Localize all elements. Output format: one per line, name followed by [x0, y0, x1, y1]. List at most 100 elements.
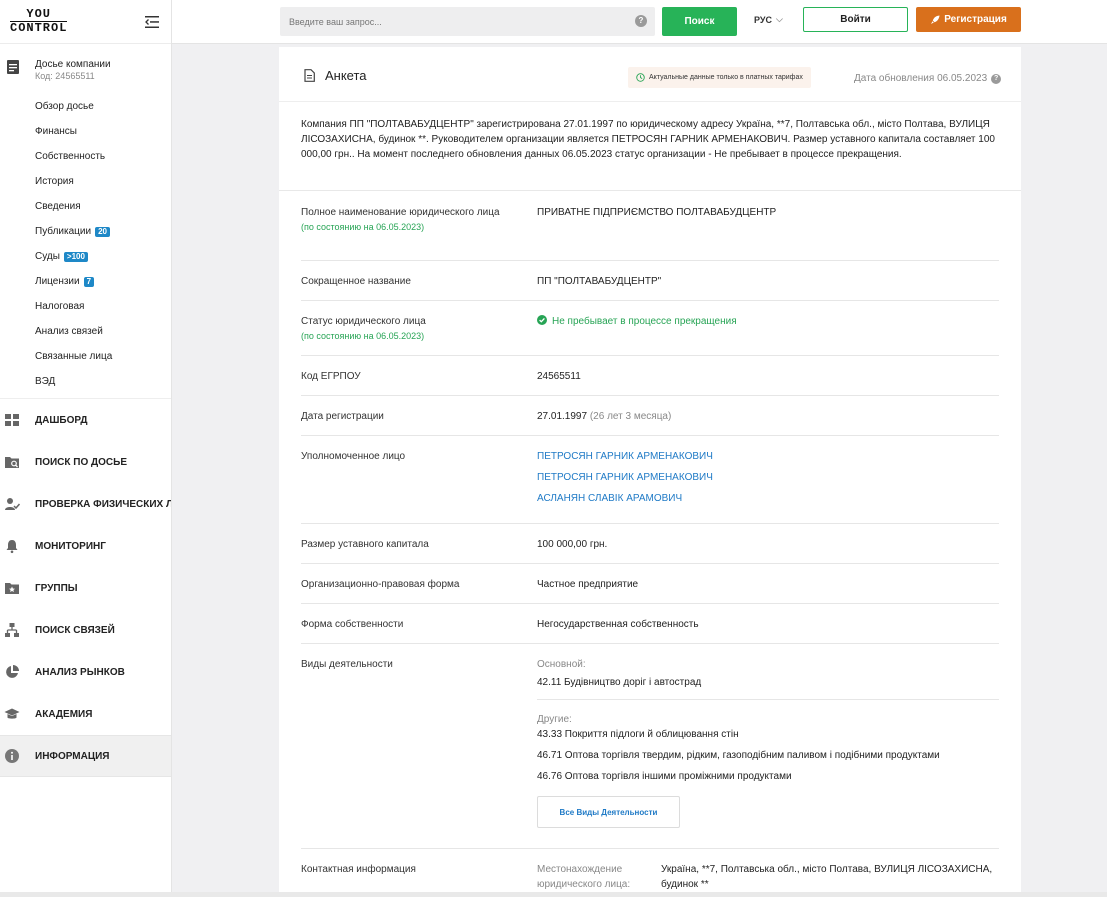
- menu-item-market-analysis[interactable]: АНАЛИЗ РЫНКОВ: [0, 651, 171, 693]
- full-name-value: ПРИВАТНЕ ПІДПРИЄМСТВО ПОЛТАВАБУДЦЕНТР: [537, 207, 777, 218]
- dossier-title: Досье компании: [35, 59, 111, 70]
- sub-item-licenses[interactable]: Лицензии 7: [35, 269, 171, 294]
- search-help-icon[interactable]: ?: [635, 15, 647, 27]
- logo-line-2: CONTROL: [10, 21, 68, 35]
- sub-item-courts[interactable]: Суды >100: [35, 244, 171, 269]
- sub-item-related-persons[interactable]: Связанные лица: [35, 344, 171, 369]
- reg-date-label: Дата регистрации: [301, 411, 384, 422]
- search-input[interactable]: [289, 16, 619, 27]
- graduation-cap-icon: [4, 708, 20, 719]
- logo-line-1: YOU: [26, 7, 52, 21]
- licenses-badge: 7: [83, 276, 95, 287]
- activities-main-label: Основной:: [537, 659, 586, 670]
- clock-icon: [636, 73, 645, 82]
- sub-item-history[interactable]: История: [35, 169, 171, 194]
- company-profile-card: Анкета Актуальные данные только в платны…: [279, 47, 1021, 897]
- reg-date-value: 27.01.1997 (26 лет 3 месяца): [537, 411, 672, 422]
- search-box: ?: [280, 7, 655, 36]
- document-icon: [7, 60, 19, 74]
- logo-row: YOU CONTROL: [0, 0, 171, 44]
- sub-item-tax[interactable]: Налоговая: [35, 294, 171, 319]
- card-header: Анкета Актуальные данные только в платны…: [279, 47, 1021, 102]
- sub-item-property[interactable]: Собственность: [35, 144, 171, 169]
- reg-date-age: (26 лет 3 месяца): [589, 411, 672, 422]
- register-button[interactable]: Регистрация: [916, 7, 1021, 32]
- sub-item-info[interactable]: Сведения: [35, 194, 171, 219]
- sub-item-finance[interactable]: Финансы: [35, 119, 171, 144]
- row-edrpou: Код ЕГРПОУ 24565511: [301, 356, 999, 396]
- menu-item-link-search[interactable]: ПОИСК СВЯЗЕЙ: [0, 609, 171, 651]
- authorized-person-link[interactable]: АСЛАНЯН СЛАВІК АРАМОВИЧ: [537, 491, 999, 506]
- sub-item-link-analysis[interactable]: Анализ связей: [35, 319, 171, 344]
- pie-chart-icon: [6, 665, 19, 678]
- sidebar: YOU CONTROL Досье компании Код: 24565511…: [0, 0, 172, 897]
- capital-label: Размер уставного капитала: [301, 539, 429, 550]
- language-select[interactable]: РУС ⌵: [754, 14, 783, 25]
- register-label: Регистрация: [944, 14, 1007, 25]
- profile-rows: Полное наименование юридического лица (п…: [279, 191, 1021, 897]
- menu-item-groups[interactable]: ГРУППЫ: [0, 567, 171, 609]
- menu-item-academy[interactable]: АКАДЕМИЯ: [0, 693, 171, 735]
- menu-item-monitoring[interactable]: МОНИТОРИНГ: [0, 525, 171, 567]
- status-label: Статус юридического лица: [301, 316, 426, 327]
- sub-item-foreign-trade[interactable]: ВЭД: [35, 369, 171, 394]
- row-full-name: Полное наименование юридического лица (п…: [301, 191, 999, 261]
- all-activities-button[interactable]: Все Виды Деятельности: [537, 796, 680, 828]
- main-menu: ДАШБОРД ПОИСК ПО ДОСЬЕ ПРОВЕРКА ФИЗИЧЕСК…: [0, 398, 171, 777]
- rocket-icon: [931, 15, 940, 24]
- publications-badge: 20: [95, 226, 110, 237]
- full-name-note: (по состоянию на 06.05.2023): [301, 222, 425, 232]
- authorized-label: Уполномоченное лицо: [301, 451, 406, 462]
- activities-other-label: Другие:: [537, 714, 572, 725]
- short-name-label: Сокращенное название: [301, 276, 411, 287]
- horizontal-scrollbar[interactable]: [0, 892, 1107, 897]
- activity-other-item: 46.71 Оптова торгівля твердим, рідким, г…: [537, 750, 940, 761]
- update-help-icon[interactable]: ?: [991, 73, 1002, 84]
- check-circle-icon: [537, 315, 547, 325]
- paid-data-note: Актуальные данные только в платных тариф…: [628, 67, 811, 88]
- sub-item-publications[interactable]: Публикации 20: [35, 219, 171, 244]
- activities-divider: [537, 699, 999, 700]
- info-icon: [5, 749, 19, 763]
- dossier-sub-menu: Обзор досье Финансы Собственность Истори…: [0, 94, 171, 394]
- menu-item-dashboard[interactable]: ДАШБОРД: [0, 399, 171, 441]
- capital-value: 100 000,00 грн.: [537, 539, 608, 550]
- courts-badge: >100: [63, 251, 88, 262]
- activity-main-item: 42.11 Будівництво доріг і автострад: [537, 677, 702, 688]
- chevron-down-icon: ⌵: [775, 14, 783, 24]
- top-header: ? Поиск РУС ⌵ Войти Регистрация: [172, 0, 1107, 44]
- menu-item-person-check[interactable]: ПРОВЕРКА ФИЗИЧЕСКИХ Л...: [0, 483, 171, 525]
- login-button[interactable]: Войти: [803, 7, 908, 32]
- sub-item-overview[interactable]: Обзор досье: [35, 94, 171, 119]
- edrpou-label: Код ЕГРПОУ: [301, 371, 361, 382]
- row-legal-form: Организационно-правовая форма Частное пр…: [301, 564, 999, 604]
- menu-item-information[interactable]: ИНФОРМАЦИЯ: [0, 735, 171, 777]
- authorized-person-link[interactable]: ПЕТРОСЯН ГАРНИК АРМЕНАКОВИЧ: [537, 449, 999, 464]
- menu-item-dossier-search[interactable]: ПОИСК ПО ДОСЬЕ: [0, 441, 171, 483]
- status-note: (по состоянию на 06.05.2023): [301, 331, 425, 341]
- folder-search-icon: [5, 457, 19, 468]
- row-status: Статус юридического лица (по состоянию н…: [301, 301, 999, 356]
- authorized-person-link[interactable]: ПЕТРОСЯН ГАРНИК АРМЕНАКОВИЧ: [537, 470, 999, 485]
- legal-form-label: Организационно-правовая форма: [301, 579, 460, 590]
- collapse-menu-icon[interactable]: [145, 15, 159, 28]
- edrpou-value: 24565511: [537, 371, 581, 382]
- language-label: РУС: [754, 14, 772, 25]
- dossier-item[interactable]: Досье компании Код: 24565511: [0, 44, 171, 94]
- full-name-label: Полное наименование юридического лица: [301, 207, 500, 218]
- company-summary: Компания ПП "ПОЛТАВАБУДЦЕНТР" зарегистри…: [279, 102, 1021, 191]
- activity-other-item: 46.76 Оптова торгівля іншими проміжними …: [537, 771, 792, 782]
- search-button[interactable]: Поиск: [662, 7, 737, 36]
- dossier-code: Код: 24565511: [35, 71, 95, 81]
- ownership-value: Негосударственная собственность: [537, 619, 699, 630]
- document-outline-icon: [304, 69, 315, 82]
- row-activities: Виды деятельности Основной: 42.11 Будівн…: [301, 644, 999, 849]
- folder-star-icon: [5, 583, 19, 594]
- person-check-icon: [5, 498, 20, 510]
- card-title: Анкета: [304, 68, 367, 83]
- dashboard-icon: [5, 414, 19, 426]
- ownership-label: Форма собственности: [301, 619, 404, 630]
- row-capital: Размер уставного капитала 100 000,00 грн…: [301, 524, 999, 564]
- logo[interactable]: YOU CONTROL: [10, 7, 68, 35]
- activity-other-item: 43.33 Покриття підлоги й облицювання сті…: [537, 729, 739, 740]
